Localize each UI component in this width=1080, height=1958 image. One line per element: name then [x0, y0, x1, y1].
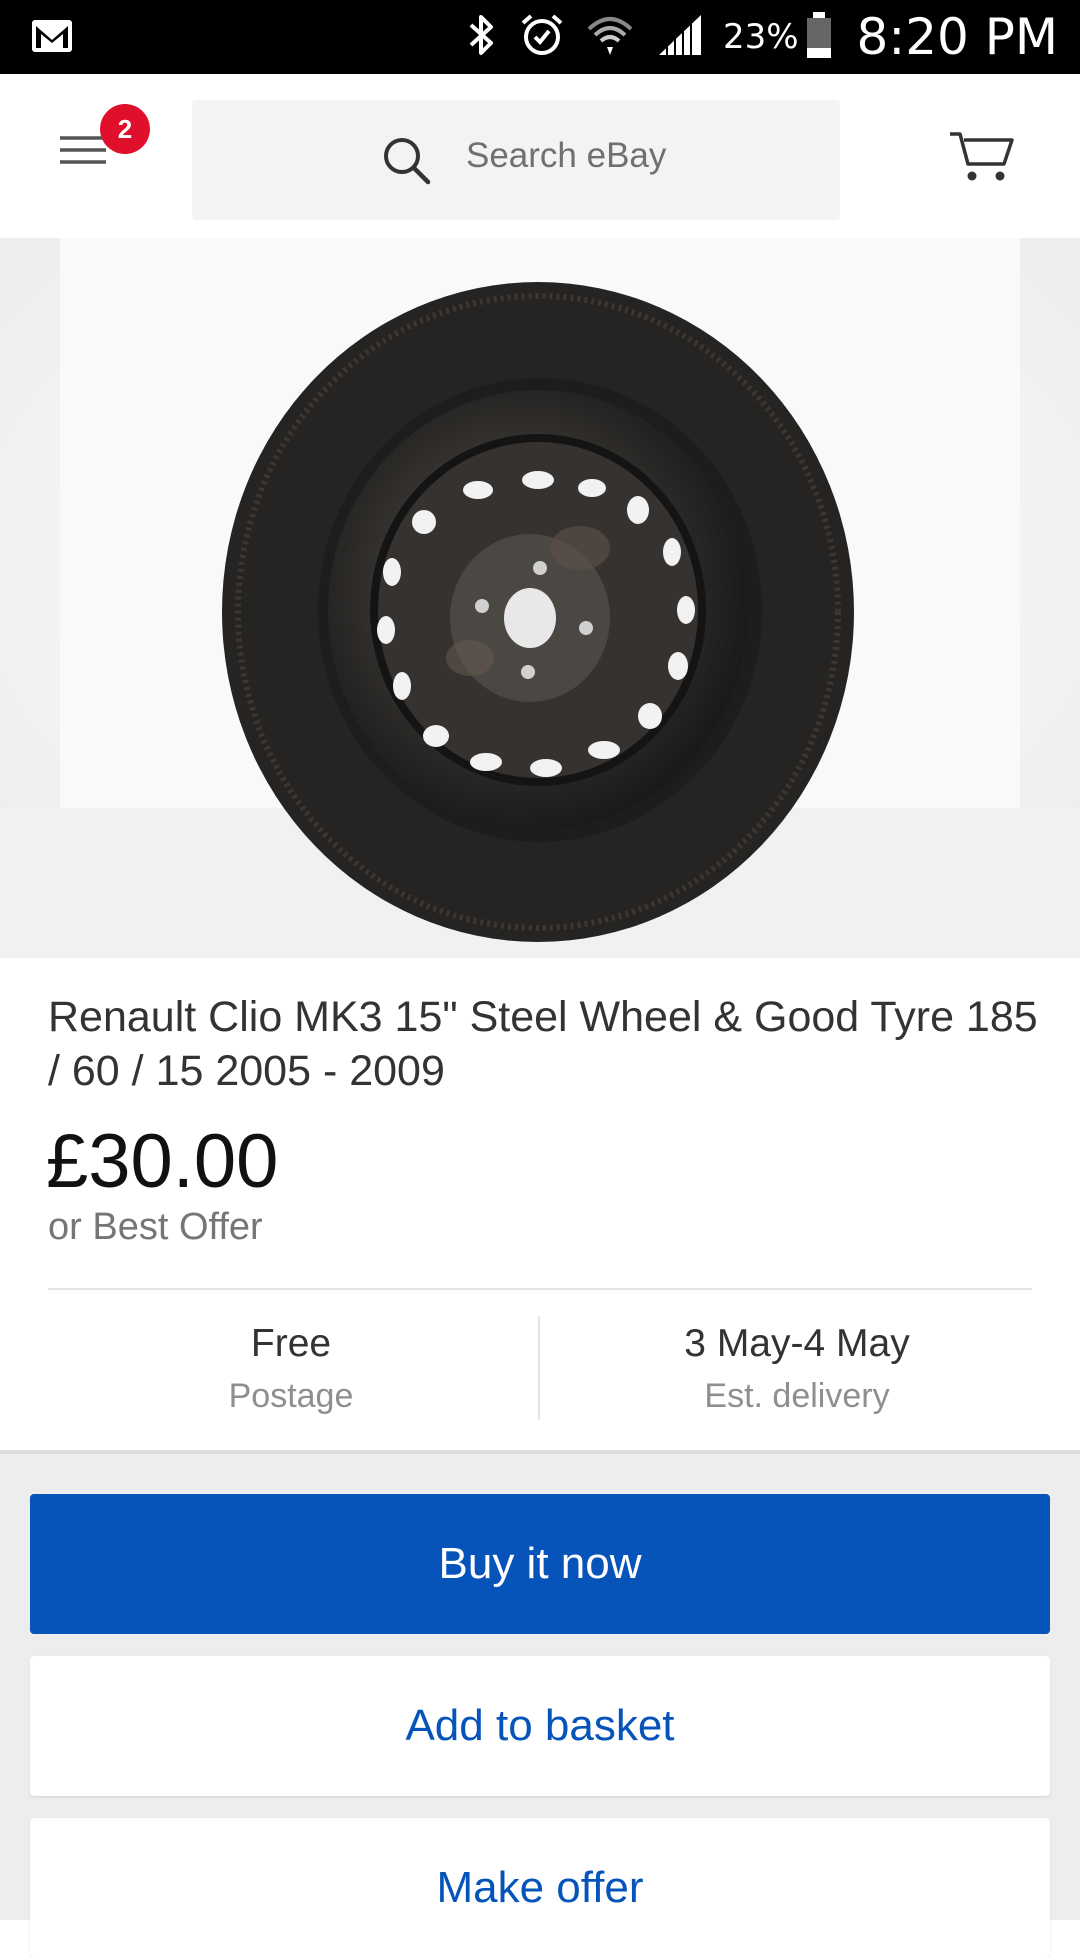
cart-button[interactable] [948, 128, 1016, 188]
postage-info: Free Postage [46, 1318, 536, 1422]
search-icon [380, 134, 432, 190]
delivery-sub: Est. delivery [704, 1377, 890, 1415]
best-offer-label: or Best Offer [48, 1206, 263, 1248]
postage-main: Free [250, 1322, 332, 1365]
cart-icon [950, 132, 1014, 181]
bluetooth-icon [463, 11, 499, 63]
divider [48, 1288, 1032, 1290]
make-offer-button[interactable]: Make offer [30, 1818, 1050, 1958]
add-to-basket-button[interactable]: Add to basket [30, 1656, 1050, 1796]
gmail-icon [30, 18, 74, 58]
signal-icon [655, 11, 705, 63]
delivery-info: 3 May-4 May Est. delivery [552, 1318, 1042, 1422]
wifi-icon [585, 11, 635, 63]
delivery-main: 3 May-4 May [684, 1322, 910, 1365]
listing-title: Renault Clio MK3 15" Steel Wheel & Good … [48, 993, 1038, 1095]
postage-sub: Postage [228, 1377, 354, 1415]
battery-icon [805, 10, 833, 64]
search-input[interactable]: Search eBay [192, 100, 840, 220]
product-image[interactable] [0, 238, 1080, 958]
action-panel: Buy it now Add to basket Make offer [0, 1450, 1080, 1958]
app-header: 2 Search eBay [0, 74, 1080, 238]
notification-badge: 2 [100, 104, 150, 154]
battery-percent: 23% [722, 17, 799, 57]
alarm-icon [519, 11, 565, 63]
wheel-tyre-photo [0, 238, 1080, 958]
status-bar: 23% 8:20 PM [0, 0, 1080, 74]
search-placeholder: Search eBay [466, 136, 667, 175]
info-separator [538, 1316, 540, 1420]
listing-price: £30.00 [46, 1119, 279, 1204]
clock: 8:20 PM [856, 8, 1058, 66]
buy-it-now-button[interactable]: Buy it now [30, 1494, 1050, 1634]
